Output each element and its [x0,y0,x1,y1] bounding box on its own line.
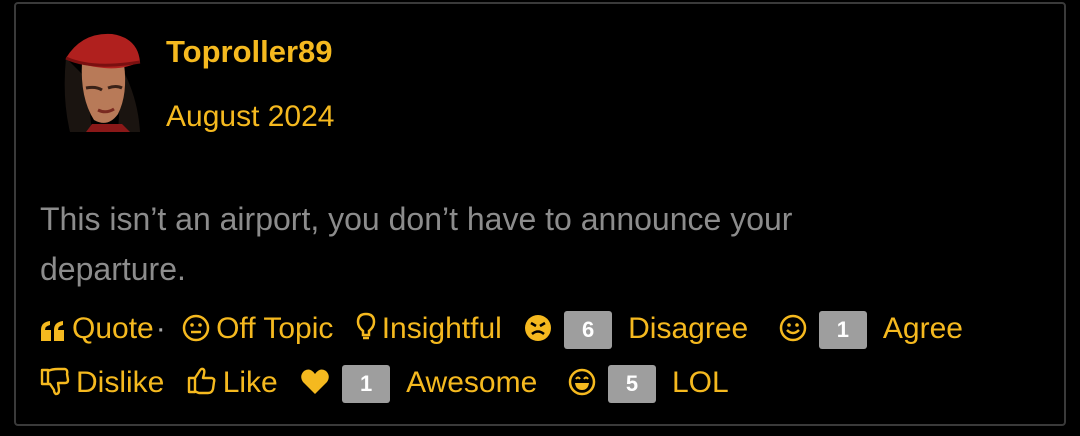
thumbs-up-icon [187,362,217,412]
quote-icon [40,308,66,358]
post-date[interactable]: August 2024 [166,100,334,134]
off-topic-label[interactable]: Off Topic [216,312,333,345]
disagree-button[interactable]: 6 Disagree [524,304,748,358]
lol-button[interactable]: 5 LOL [568,358,729,412]
off-topic-button[interactable]: Off Topic [182,304,333,358]
insightful-button[interactable]: Insightful [356,304,502,358]
insightful-label[interactable]: Insightful [382,312,502,345]
separator: · [155,312,166,345]
lol-label[interactable]: LOL [672,366,729,399]
smile-face-icon [779,308,807,358]
like-button[interactable]: Like [187,358,278,412]
quote-button[interactable]: Quote [40,304,154,358]
dislike-button[interactable]: Dislike [40,358,164,412]
agree-count: 1 [818,311,867,350]
quote-label[interactable]: Quote [72,312,154,345]
laughing-face-icon [568,362,596,412]
reaction-bar: Quote · Off Topic Insightful 6 Disagree 1… [40,304,1050,412]
author-name[interactable]: Toproller89 [166,34,333,70]
disagree-count: 6 [564,311,613,350]
dislike-label[interactable]: Dislike [76,366,164,399]
comment-card: Toproller89 August 2024 This isn’t an ai… [14,2,1066,426]
agree-label[interactable]: Agree [883,312,963,345]
lol-count: 5 [607,365,656,404]
angry-face-icon [524,308,552,358]
disagree-label[interactable]: Disagree [628,312,748,345]
like-label[interactable]: Like [223,366,278,399]
lightbulb-icon [356,308,376,358]
neutral-face-icon [182,308,210,358]
post-body: This isn’t an airport, you don’t have to… [40,201,793,287]
heart-icon [300,362,330,412]
awesome-button[interactable]: 1 Awesome [300,358,537,412]
agree-button[interactable]: 1 Agree [779,304,963,358]
awesome-label[interactable]: Awesome [406,366,537,399]
awesome-count: 1 [342,365,391,404]
avatar[interactable] [52,28,156,132]
thumbs-down-icon [40,362,70,412]
